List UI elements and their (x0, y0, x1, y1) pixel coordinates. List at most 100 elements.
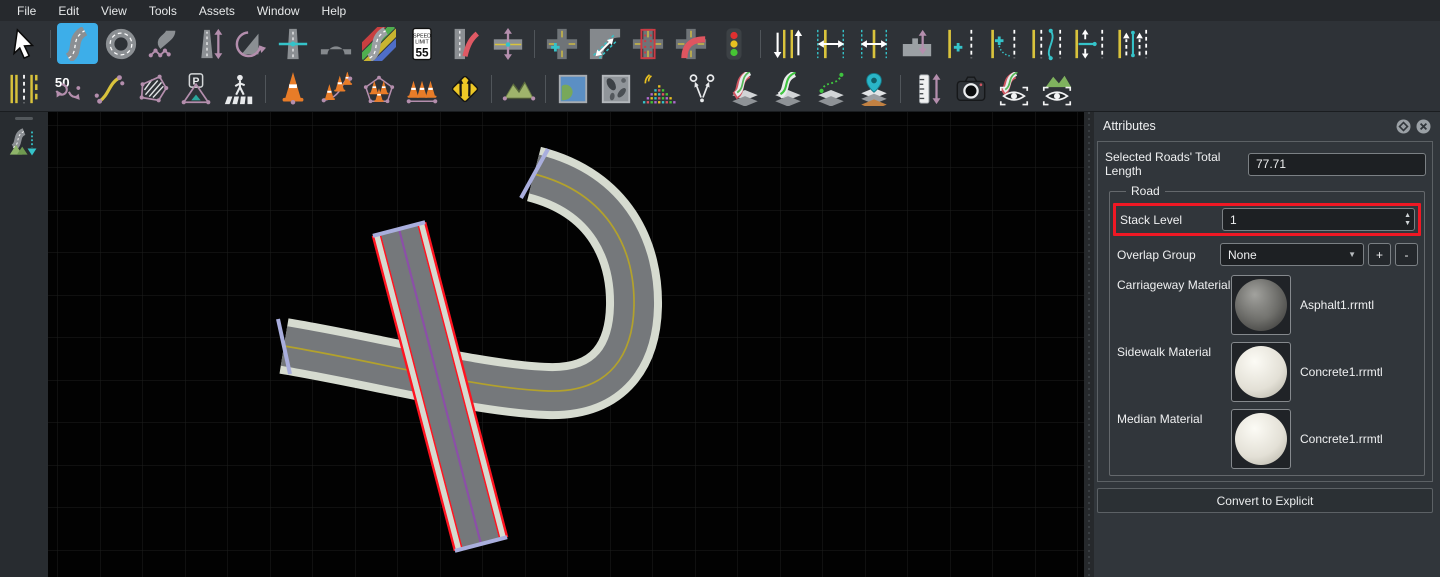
sidewalk-material-row: Sidewalk Material Concrete1.rrmtl (1117, 342, 1418, 402)
measure-tool[interactable] (907, 68, 948, 109)
traffic-signal-tool[interactable] (713, 23, 754, 64)
menu-view[interactable]: View (90, 2, 138, 20)
aerial-image-tool[interactable] (552, 68, 593, 109)
road-height-icon (200, 28, 222, 59)
lane-height-tool[interactable] (1111, 23, 1152, 64)
point-cloud-tool[interactable] (638, 68, 679, 109)
road-semantics-tool[interactable] (724, 68, 765, 109)
signal-sign-tool[interactable] (444, 68, 485, 109)
terrain-visibility-toggle[interactable] (1036, 68, 1077, 109)
scene-export-icon (9, 128, 37, 156)
overlap-group-row: Overlap Group None ▼ + - (1117, 243, 1418, 266)
menu-window[interactable]: Window (246, 2, 311, 20)
road-surface-tool[interactable] (358, 23, 399, 64)
marking-curve-tool[interactable] (89, 68, 130, 109)
junction-lanes-tool[interactable] (584, 23, 625, 64)
int-turn-icon (675, 28, 706, 59)
scenario-tool[interactable] (681, 68, 722, 109)
menu-assets[interactable]: Assets (188, 2, 246, 20)
road-green-icon (774, 71, 801, 106)
camera-tool[interactable] (950, 68, 991, 109)
menu-tools[interactable]: Tools (138, 2, 188, 20)
road-semantic-icon (731, 71, 758, 106)
prop-polygon-tool[interactable] (358, 68, 399, 109)
elevation-map-tool[interactable] (595, 68, 636, 109)
carriageway-material-label: Carriageway Material (1117, 278, 1231, 292)
marking-polygon-tool[interactable] (132, 68, 173, 109)
lane-shape-tool[interactable] (1025, 23, 1066, 64)
concrete-material-preview (1235, 413, 1287, 465)
bridge-icon (320, 45, 351, 54)
stack-level-spinner[interactable]: ▲ ▼ (1404, 210, 1411, 229)
sidebar-handle[interactable] (15, 117, 33, 120)
road-points-icon (148, 29, 175, 57)
curb-profile-tool[interactable] (896, 23, 937, 64)
prop-span-tool[interactable] (401, 68, 442, 109)
attributes-panel-titlebar[interactable]: Attributes (1094, 112, 1440, 140)
carriageway-material-thumbnail[interactable] (1231, 275, 1291, 335)
road-height-tool[interactable] (186, 23, 227, 64)
lane-add-icon (947, 29, 972, 58)
menu-help[interactable]: Help (311, 2, 358, 20)
marking-lane-tool[interactable] (3, 68, 44, 109)
scene-canvas[interactable] (48, 112, 1084, 577)
road-superelevation-tool[interactable] (229, 23, 270, 64)
bridge-span-tool[interactable] (315, 23, 356, 64)
road-reference-tool[interactable] (767, 68, 808, 109)
sidewalk-material-file: Concrete1.rrmtl (1300, 365, 1383, 379)
prop-point-tool[interactable] (272, 68, 313, 109)
marking-maneuver-tool[interactable]: 50 (46, 68, 87, 109)
superelevation-icon (235, 30, 266, 57)
road-control-points-tool[interactable] (143, 23, 184, 64)
pin-layers-icon (860, 72, 887, 106)
terrain-tool[interactable] (498, 68, 539, 109)
intersection-turn-tool[interactable] (670, 23, 711, 64)
spinner-up-icon[interactable]: ▲ (1404, 212, 1411, 219)
panel-splitter[interactable] (1084, 112, 1094, 577)
scene-export-tool[interactable] (3, 124, 45, 164)
intersection-bounds-tool[interactable] (627, 23, 668, 64)
road-offset-tool[interactable] (487, 23, 528, 64)
menu-edit[interactable]: Edit (47, 2, 90, 20)
crosswalk-tool[interactable] (218, 68, 259, 109)
lane-taper-icon (990, 29, 1015, 58)
roundabout-tool[interactable] (100, 23, 141, 64)
prop-curve-tool[interactable] (315, 68, 356, 109)
overlap-group-remove-button[interactable]: - (1395, 243, 1418, 266)
lane-shape-icon (1031, 28, 1061, 60)
lane-ramp-tool[interactable] (444, 23, 485, 64)
road-visibility-toggle[interactable] (993, 68, 1034, 109)
crosswalk-icon (224, 74, 252, 104)
lane-width-tool[interactable] (810, 23, 851, 64)
total-length-field[interactable]: 77.71 (1248, 152, 1426, 176)
float-panel-icon[interactable] (1396, 119, 1411, 134)
lane-offset-tool[interactable] (853, 23, 894, 64)
intersection-tool[interactable] (541, 23, 582, 64)
parking-tool[interactable]: P (175, 68, 216, 109)
svg-text:55: 55 (415, 45, 429, 59)
lane-ramp-icon (454, 28, 479, 59)
asset-pin-tool[interactable] (853, 68, 894, 109)
toolbar-separator (760, 29, 761, 58)
lane-connect-icon (1074, 28, 1103, 59)
lane-add-tool[interactable] (939, 23, 980, 64)
lane-connect-tool[interactable] (1068, 23, 1109, 64)
speed-limit-tool[interactable]: SPEED LIMIT 55 (401, 23, 442, 64)
select-tool[interactable] (3, 23, 44, 64)
lane-direction-tool[interactable] (767, 23, 808, 64)
overlap-group-add-button[interactable]: + (1368, 243, 1391, 266)
cross-section-tool[interactable] (272, 23, 313, 64)
menu-file[interactable]: File (6, 2, 47, 20)
spinner-down-icon[interactable]: ▼ (1404, 220, 1411, 227)
attributes-panel: Attributes Selected Roads' Total Length … (1094, 112, 1440, 577)
stack-level-input[interactable]: 1 (1222, 208, 1415, 231)
overlap-group-dropdown[interactable]: None ▼ (1220, 243, 1364, 266)
road-plan-tool[interactable] (57, 23, 98, 64)
reference-curve-tool[interactable] (810, 68, 851, 109)
sidewalk-material-thumbnail[interactable] (1231, 342, 1291, 402)
sidewalk-material-label: Sidewalk Material (1117, 345, 1212, 359)
median-material-thumbnail[interactable] (1231, 409, 1291, 469)
convert-to-explicit-button[interactable]: Convert to Explicit (1097, 488, 1433, 513)
close-panel-icon[interactable] (1416, 119, 1431, 134)
lane-taper-tool[interactable] (982, 23, 1023, 64)
